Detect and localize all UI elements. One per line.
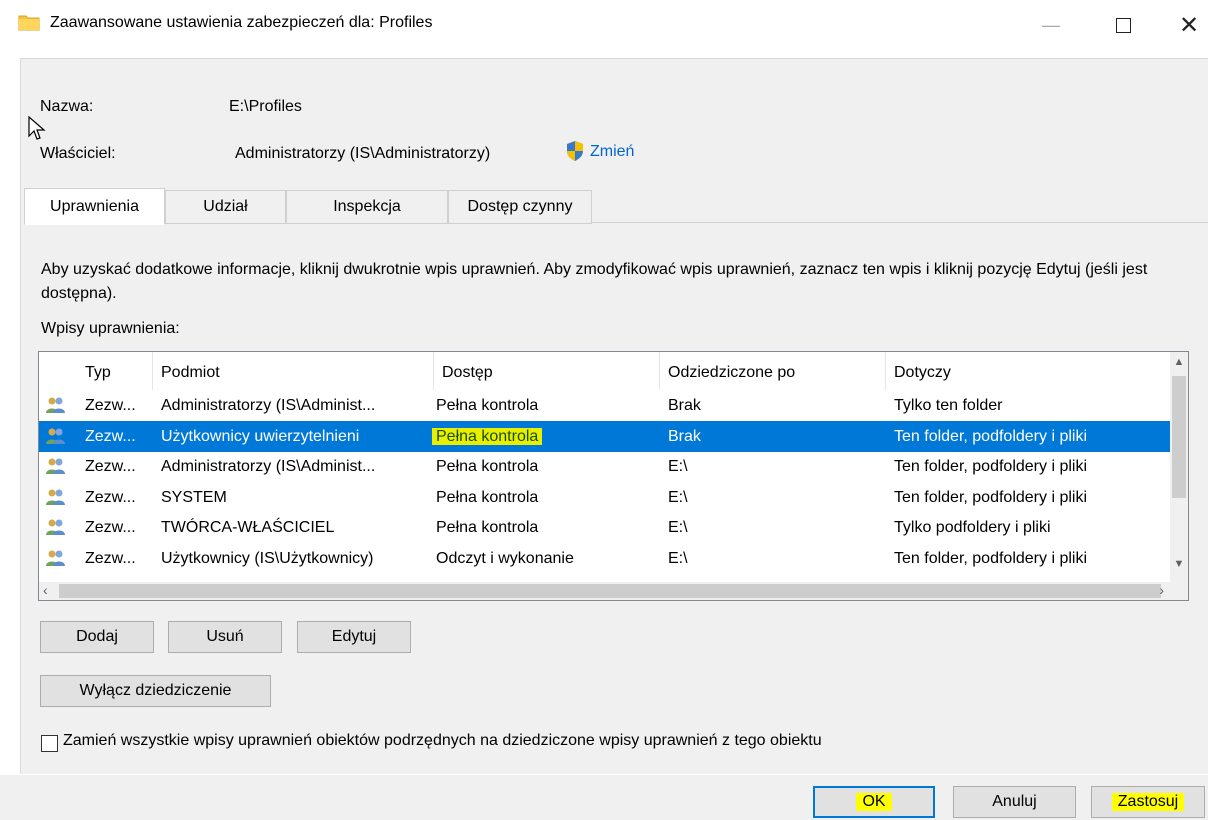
cell-type: Zezw... bbox=[85, 488, 136, 506]
minimize-button[interactable]: — bbox=[1026, 8, 1076, 42]
tab-effective-access[interactable]: Dostęp czynny bbox=[448, 190, 592, 224]
cell-principal: Użytkownicy (IS\Użytkownicy) bbox=[161, 549, 374, 567]
window-title: Zaawansowane ustawienia zabezpieczeń dla… bbox=[50, 14, 433, 31]
cell-inherited-from: Brak bbox=[668, 427, 701, 445]
cell-principal: TWÓRCA-WŁAŚCICIEL bbox=[161, 519, 335, 536]
edit-button[interactable]: Edytuj bbox=[297, 621, 411, 653]
scroll-right-icon[interactable]: › bbox=[1159, 582, 1164, 598]
cell-inherited-from: E:\ bbox=[668, 458, 688, 475]
cell-applies-to: Ten folder, podfoldery i pliki bbox=[894, 427, 1087, 445]
mouse-cursor-icon bbox=[28, 116, 46, 140]
instructions-text: Aby uzyskać dodatkowe informacje, klikni… bbox=[41, 261, 1148, 302]
cell-access: Pełna kontrola bbox=[436, 488, 539, 506]
column-header-principal[interactable]: Podmiot bbox=[153, 352, 434, 390]
user-group-icon bbox=[46, 397, 65, 413]
tab-permissions[interactable]: Uprawnienia bbox=[24, 188, 165, 225]
horizontal-scrollbar[interactable]: ‹ › bbox=[39, 582, 1188, 600]
user-group-icon bbox=[46, 550, 65, 566]
apply-button-label: Zastosuj bbox=[1111, 793, 1185, 811]
close-button[interactable]: ✕ bbox=[1164, 8, 1208, 42]
cell-access: Pełna kontrola bbox=[436, 519, 539, 536]
uac-shield-icon bbox=[567, 141, 583, 161]
table-row[interactable]: Zezw... SYSTEM Pełna kontrola E:\ Ten folder… bbox=[39, 482, 1171, 513]
disable-inheritance-button[interactable]: Wyłącz dziedziczenie bbox=[40, 675, 271, 707]
add-button[interactable]: Dodaj bbox=[40, 621, 154, 653]
cell-type: Zezw... bbox=[85, 519, 136, 536]
minimize-icon: — bbox=[1042, 14, 1060, 35]
cell-type: Zezw... bbox=[85, 427, 136, 445]
user-group-icon bbox=[46, 519, 65, 535]
title-bar: Zaawansowane ustawienia zabezpieczeń dla… bbox=[0, 0, 1208, 50]
permission-entries-list[interactable]: Typ Podmiot Dostęp Odziedziczone po Doty… bbox=[38, 351, 1189, 601]
close-icon: ✕ bbox=[1178, 11, 1200, 39]
cell-access: Pełna kontrola bbox=[432, 421, 654, 452]
folder-icon bbox=[18, 15, 40, 31]
cell-inherited-from: Brak bbox=[668, 397, 701, 414]
table-row[interactable]: Zezw... Administratorzy (IS\Administ... Pe… bbox=[39, 451, 1171, 482]
cell-principal: SYSTEM bbox=[161, 488, 227, 506]
cell-inherited-from: E:\ bbox=[668, 519, 688, 536]
cell-principal: Użytkownicy uwierzytelnieni bbox=[161, 427, 360, 445]
ok-button[interactable]: OK bbox=[813, 786, 935, 818]
column-header-type[interactable]: Typ bbox=[77, 352, 153, 390]
vertical-scrollbar[interactable]: ▲ ▼ bbox=[1170, 352, 1188, 583]
user-group-icon bbox=[46, 489, 65, 505]
cell-access: Odczyt i wykonanie bbox=[436, 549, 574, 567]
cancel-button[interactable]: Anuluj bbox=[953, 786, 1076, 818]
maximize-button[interactable] bbox=[1098, 8, 1148, 42]
highlighted-access-value: Pełna kontrola bbox=[432, 427, 543, 445]
replace-child-permissions-checkbox[interactable] bbox=[41, 735, 58, 752]
change-owner-link[interactable]: Zmień bbox=[590, 143, 634, 161]
scroll-left-icon[interactable]: ‹ bbox=[43, 582, 48, 598]
column-header-inherited-from[interactable]: Odziedziczone po bbox=[660, 352, 886, 390]
cell-applies-to: Ten folder, podfoldery i pliki bbox=[894, 549, 1087, 567]
cell-applies-to: Tylko podfoldery i pliki bbox=[894, 519, 1051, 536]
vertical-scroll-thumb[interactable] bbox=[1172, 376, 1186, 498]
owner-value: Administratorzy (IS\Administratorzy) bbox=[235, 145, 491, 162]
table-row[interactable]: Zezw... Użytkownicy (IS\Użytkownicy) Odczy… bbox=[39, 543, 1171, 574]
cell-applies-to: Ten folder, podfoldery i pliki bbox=[894, 488, 1087, 506]
table-row[interactable]: Zezw... Administratorzy (IS\Administ... Pe… bbox=[39, 390, 1171, 421]
tab-auditing[interactable]: Inspekcja bbox=[286, 190, 448, 224]
user-group-icon bbox=[46, 458, 65, 474]
cell-access: Pełna kontrola bbox=[436, 458, 539, 475]
cell-inherited-from: E:\ bbox=[668, 488, 688, 506]
cell-access: Pełna kontrola bbox=[436, 397, 539, 414]
scroll-up-icon[interactable]: ▲ bbox=[1170, 356, 1188, 368]
name-label: Nazwa: bbox=[40, 98, 94, 115]
cell-applies-to: Ten folder, podfoldery i pliki bbox=[894, 458, 1087, 475]
cell-type: Zezw... bbox=[85, 458, 136, 475]
user-group-icon bbox=[46, 428, 65, 444]
table-row[interactable]: Zezw... TWÓRCA-WŁAŚCICIEL Pełna kontrola E:… bbox=[39, 512, 1171, 543]
replace-child-permissions-label: Zamień wszystkie wpisy uprawnień obiektó… bbox=[63, 732, 822, 749]
cell-applies-to: Tylko ten folder bbox=[894, 397, 1003, 414]
ok-button-label: OK bbox=[856, 793, 892, 811]
cell-inherited-from: E:\ bbox=[668, 549, 688, 567]
apply-button[interactable]: Zastosuj bbox=[1091, 786, 1205, 818]
column-header-applies-to[interactable]: Dotyczy bbox=[886, 352, 1171, 390]
owner-label: Właściciel: bbox=[40, 145, 116, 162]
cell-type: Zezw... bbox=[85, 397, 136, 414]
cell-type: Zezw... bbox=[85, 549, 136, 567]
maximize-icon bbox=[1115, 17, 1131, 33]
entries-label: Wpisy uprawnienia: bbox=[41, 320, 180, 337]
cell-principal: Administratorzy (IS\Administ... bbox=[161, 397, 376, 414]
tab-share[interactable]: Udział bbox=[165, 190, 286, 224]
scroll-down-icon[interactable]: ▼ bbox=[1170, 558, 1188, 570]
column-header-access[interactable]: Dostęp bbox=[434, 352, 660, 390]
table-row[interactable]: Zezw... Użytkownicy uwierzytelnieni Pełna … bbox=[39, 420, 1171, 452]
remove-button[interactable]: Usuń bbox=[168, 621, 282, 653]
cell-principal: Administratorzy (IS\Administ... bbox=[161, 458, 376, 475]
horizontal-scroll-thumb[interactable] bbox=[59, 584, 1161, 598]
name-value: E:\Profiles bbox=[229, 98, 302, 115]
list-header: Typ Podmiot Dostęp Odziedziczone po Doty… bbox=[39, 352, 1171, 390]
